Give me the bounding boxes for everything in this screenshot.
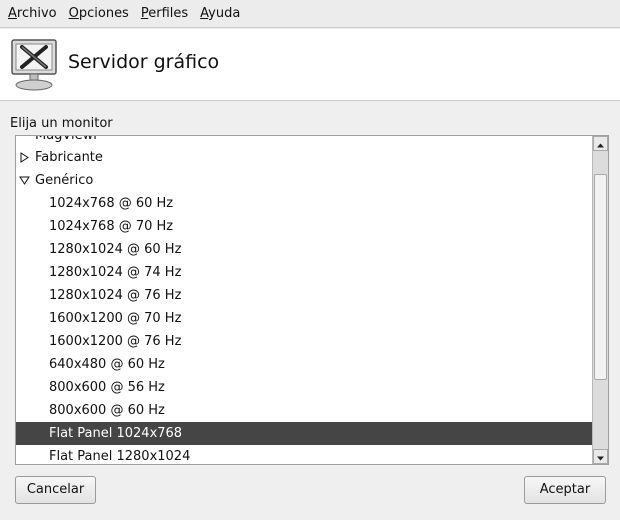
page-title: Servidor gráfico — [68, 51, 220, 73]
menu-archivo[interactable]: Archivo — [2, 0, 63, 28]
list-item[interactable]: 1600x1200 @ 76 Hz — [16, 330, 592, 353]
monitor-x-icon — [11, 39, 57, 91]
monitor-dialog-window: Archivo Opciones Perfiles Ayuda Servidor… — [0, 0, 620, 520]
scroll-up-button[interactable] — [593, 136, 608, 151]
list-item[interactable]: 1280x1024 @ 76 Hz — [16, 284, 592, 307]
dialog-header: Servidor gráfico — [0, 29, 620, 101]
list-item[interactable]: Flat Panel 1280x1024 — [16, 445, 592, 464]
arrow-down-icon — [597, 456, 604, 461]
menu-perfiles[interactable]: Perfiles — [135, 0, 194, 28]
monitor-tree-viewport: MagViewi Fabricante Genérico 1024x768 @ … — [16, 136, 592, 464]
list-item[interactable]: 1024x768 @ 70 Hz — [16, 215, 592, 238]
monitor-list-label: Elija un monitor — [10, 116, 113, 131]
scroll-down-button[interactable] — [593, 449, 608, 464]
monitor-tree-list[interactable]: MagViewi Fabricante Genérico 1024x768 @ … — [15, 135, 609, 465]
vertical-scrollbar[interactable] — [592, 136, 608, 464]
menu-ayuda[interactable]: Ayuda — [194, 0, 246, 28]
list-item[interactable]: 800x600 @ 56 Hz — [16, 376, 592, 399]
list-item[interactable]: 1600x1200 @ 70 Hz — [16, 307, 592, 330]
list-item[interactable]: 800x600 @ 60 Hz — [16, 399, 592, 422]
menu-opciones[interactable]: Opciones — [63, 0, 135, 28]
list-item[interactable]: 1280x1024 @ 74 Hz — [16, 261, 592, 284]
arrow-up-icon — [597, 143, 604, 148]
accept-button[interactable]: Aceptar — [524, 476, 606, 504]
list-item[interactable]: 640x480 @ 60 Hz — [16, 353, 592, 376]
triangle-down-icon[interactable] — [19, 175, 30, 186]
list-item[interactable]: 1280x1024 @ 60 Hz — [16, 238, 592, 261]
tree-group-fabricante[interactable]: Fabricante — [16, 146, 592, 169]
scrollbar-thumb[interactable] — [594, 174, 607, 380]
cancel-button[interactable]: Cancelar — [15, 476, 96, 504]
list-item[interactable]: 1024x768 @ 60 Hz — [16, 192, 592, 215]
list-item-selected[interactable]: Flat Panel 1024x768 — [16, 422, 592, 445]
menu-bar: Archivo Opciones Perfiles Ayuda — [0, 0, 620, 28]
tree-group-generico[interactable]: Genérico — [16, 169, 592, 192]
triangle-right-icon[interactable] — [19, 152, 30, 163]
